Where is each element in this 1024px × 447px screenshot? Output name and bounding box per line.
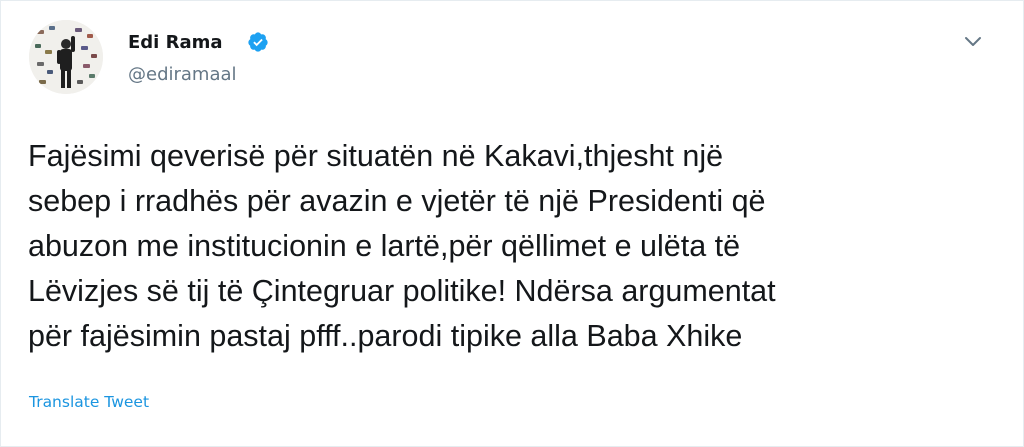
author-avatar[interactable] [29,20,103,94]
avatar-image [29,20,103,94]
chevron-down-icon[interactable] [959,27,987,55]
verified-badge-icon [247,31,269,53]
tweet-text: Fajësimi qeverisë për situatën në Kakavi… [28,134,988,359]
tweet-text-line: abuzon me institucionin e lartë,për qëll… [28,229,741,263]
author-name[interactable]: Edi Rama [128,32,223,53]
tweet-text-line: Fajësimi qeverisë për situatën në Kakavi… [28,139,724,173]
author-handle[interactable]: @ediramaal [128,64,237,85]
tweet-text-line: Lëvizjes së tij të Çintegruar politike! … [28,274,776,308]
tweet-card: Edi Rama @ediramaal Fajësimi qeverisë pë… [0,0,1024,447]
tweet-text-line: sebep i rradhës për avazin e vjetër të n… [28,184,766,218]
translate-tweet-link[interactable]: Translate Tweet [29,393,149,411]
tweet-text-line: për fajësimin pastaj pfff..parodi tipike… [28,319,743,353]
